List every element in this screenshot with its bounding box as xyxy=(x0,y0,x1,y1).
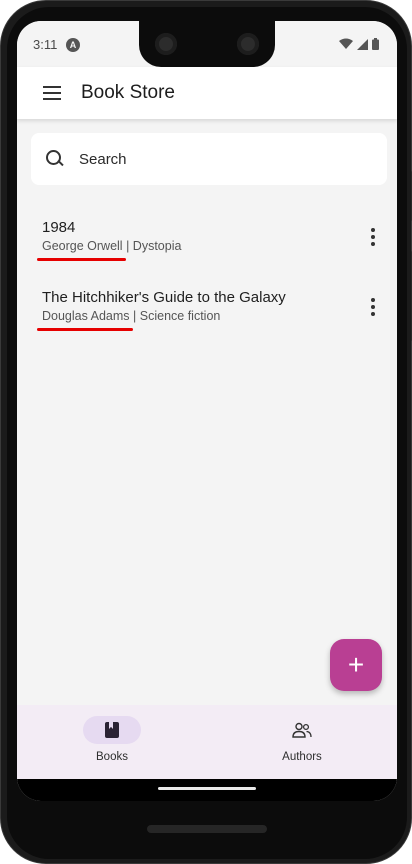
list-item[interactable]: 1984 George Orwell | Dystopia xyxy=(17,205,397,275)
signal-icon xyxy=(357,38,368,50)
book-genre: Dystopia xyxy=(132,239,182,253)
search-icon xyxy=(45,149,65,169)
people-icon xyxy=(292,722,312,738)
status-bar: 3:11 A xyxy=(17,21,397,67)
book-list: 1984 George Orwell | Dystopia The Hitchh… xyxy=(17,205,397,345)
home-gesture-handle[interactable] xyxy=(158,787,256,790)
nav-item-authors[interactable]: Authors xyxy=(207,705,397,779)
search-bar[interactable] xyxy=(31,133,387,185)
bottom-navigation: Books Authors xyxy=(17,705,397,779)
red-underline-annotation xyxy=(37,328,133,331)
book-genre: Science fiction xyxy=(139,309,221,323)
menu-icon[interactable] xyxy=(43,79,71,107)
book-author: Douglas Adams xyxy=(37,309,133,331)
app-notification-icon: A xyxy=(66,38,80,52)
book-title: 1984 xyxy=(42,219,76,236)
page-title: Book Store xyxy=(81,82,175,103)
battery-icon xyxy=(372,38,379,50)
app-screen: 3:11 A Book Store Search 1984 George Orw… xyxy=(17,21,397,801)
red-underline-annotation xyxy=(37,258,126,261)
more-options-icon[interactable] xyxy=(361,295,385,319)
more-options-icon[interactable] xyxy=(361,225,385,249)
front-sensor-icon xyxy=(237,33,259,55)
list-item[interactable]: The Hitchhiker's Guide to the Galaxy Dou… xyxy=(17,275,397,345)
add-book-button[interactable]: + xyxy=(330,639,382,691)
nav-active-indicator xyxy=(83,716,141,744)
speaker-grille xyxy=(147,825,267,833)
camera-notch xyxy=(139,21,275,67)
status-time: 3:11 xyxy=(33,37,58,52)
nav-label-authors: Authors xyxy=(282,751,322,763)
book-subtitle: Douglas Adams | Science fiction xyxy=(37,309,221,331)
front-camera-icon xyxy=(155,33,177,55)
phone-frame: 3:11 A Book Store Search 1984 George Orw… xyxy=(0,0,412,864)
book-subtitle: George Orwell | Dystopia xyxy=(37,239,182,261)
gesture-navigation-area xyxy=(17,779,397,801)
app-bar: Book Store xyxy=(17,67,397,119)
nav-label-books: Books xyxy=(96,751,128,763)
book-author: George Orwell xyxy=(37,239,126,261)
nav-icon-container xyxy=(273,716,331,744)
nav-item-books[interactable]: Books xyxy=(17,705,207,779)
search-input[interactable] xyxy=(79,150,359,168)
book-icon xyxy=(105,722,119,738)
status-icons xyxy=(339,38,379,50)
wifi-icon xyxy=(339,38,353,49)
book-title: The Hitchhiker's Guide to the Galaxy xyxy=(42,289,286,306)
